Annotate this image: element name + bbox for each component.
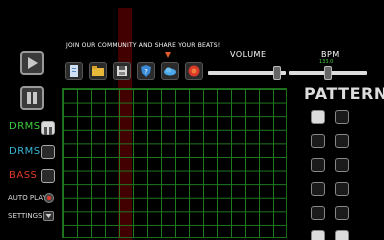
community-banner[interactable]: JOIN OUR COMMUNITY AND SHARE YOUR BEATS! bbox=[66, 42, 220, 49]
bass-label: BASS bbox=[9, 170, 38, 181]
bpm-slider-knob[interactable] bbox=[324, 66, 332, 80]
help-shield-icon: ? bbox=[141, 65, 151, 77]
record-icon bbox=[188, 65, 200, 77]
play-icon bbox=[28, 57, 38, 69]
record-dot-icon bbox=[47, 196, 51, 200]
pattern-slot-5[interactable] bbox=[311, 158, 325, 172]
pattern-slot-3[interactable] bbox=[311, 134, 325, 148]
patterns-title: PATTERNS bbox=[304, 84, 384, 103]
record-button[interactable] bbox=[185, 62, 203, 80]
beat-maker-screen: DRMS1 DRMS2 BASS AUTO PLAY SETTINGS JOIN… bbox=[0, 0, 384, 240]
help-button[interactable]: ? bbox=[137, 62, 155, 80]
svg-text:?: ? bbox=[144, 68, 148, 76]
pattern-slot-10[interactable] bbox=[335, 206, 349, 220]
autoplay-label: AUTO PLAY bbox=[8, 194, 47, 202]
pattern-slot-7[interactable] bbox=[311, 182, 325, 196]
save-button[interactable] bbox=[113, 62, 131, 80]
bpm-value: 133.0 bbox=[319, 59, 334, 65]
new-file-button[interactable] bbox=[65, 62, 83, 80]
pattern-slot-1[interactable] bbox=[311, 110, 325, 124]
bass-toggle[interactable] bbox=[41, 169, 55, 183]
pattern-slot-12[interactable] bbox=[335, 230, 349, 240]
autoplay-toggle[interactable] bbox=[44, 193, 54, 203]
volume-slider-knob[interactable] bbox=[272, 66, 281, 80]
drums1-label-text: DRMS bbox=[9, 121, 41, 132]
drum-pads-icon bbox=[44, 127, 52, 135]
volume-label: VOLUME bbox=[230, 50, 267, 59]
cloud-share-button[interactable] bbox=[161, 62, 179, 80]
pattern-slot-4[interactable] bbox=[335, 134, 349, 148]
sequencer-grid[interactable] bbox=[62, 88, 287, 238]
save-icon bbox=[117, 66, 127, 76]
settings-label: SETTINGS bbox=[8, 212, 43, 220]
cloud-share-icon bbox=[164, 67, 176, 76]
pattern-slot-6[interactable] bbox=[335, 158, 349, 172]
pattern-slot-9[interactable] bbox=[311, 206, 325, 220]
pattern-slot-11[interactable] bbox=[311, 230, 325, 240]
drums2-toggle[interactable] bbox=[41, 145, 55, 159]
open-folder-icon bbox=[92, 66, 104, 76]
arrow-down-icon bbox=[165, 52, 171, 58]
bpm-label: BPM bbox=[321, 50, 340, 59]
pause-icon bbox=[27, 92, 37, 104]
play-button[interactable] bbox=[20, 51, 44, 75]
drums1-toggle[interactable] bbox=[41, 121, 55, 135]
drums2-label-text: DRMS bbox=[9, 146, 41, 157]
settings-dropdown[interactable] bbox=[43, 211, 54, 221]
open-folder-button[interactable] bbox=[89, 62, 107, 80]
new-file-icon bbox=[70, 65, 78, 77]
chevron-down-icon bbox=[45, 214, 52, 218]
pattern-slot-2[interactable] bbox=[335, 110, 349, 124]
pattern-slot-8[interactable] bbox=[335, 182, 349, 196]
pause-button[interactable] bbox=[20, 86, 44, 110]
